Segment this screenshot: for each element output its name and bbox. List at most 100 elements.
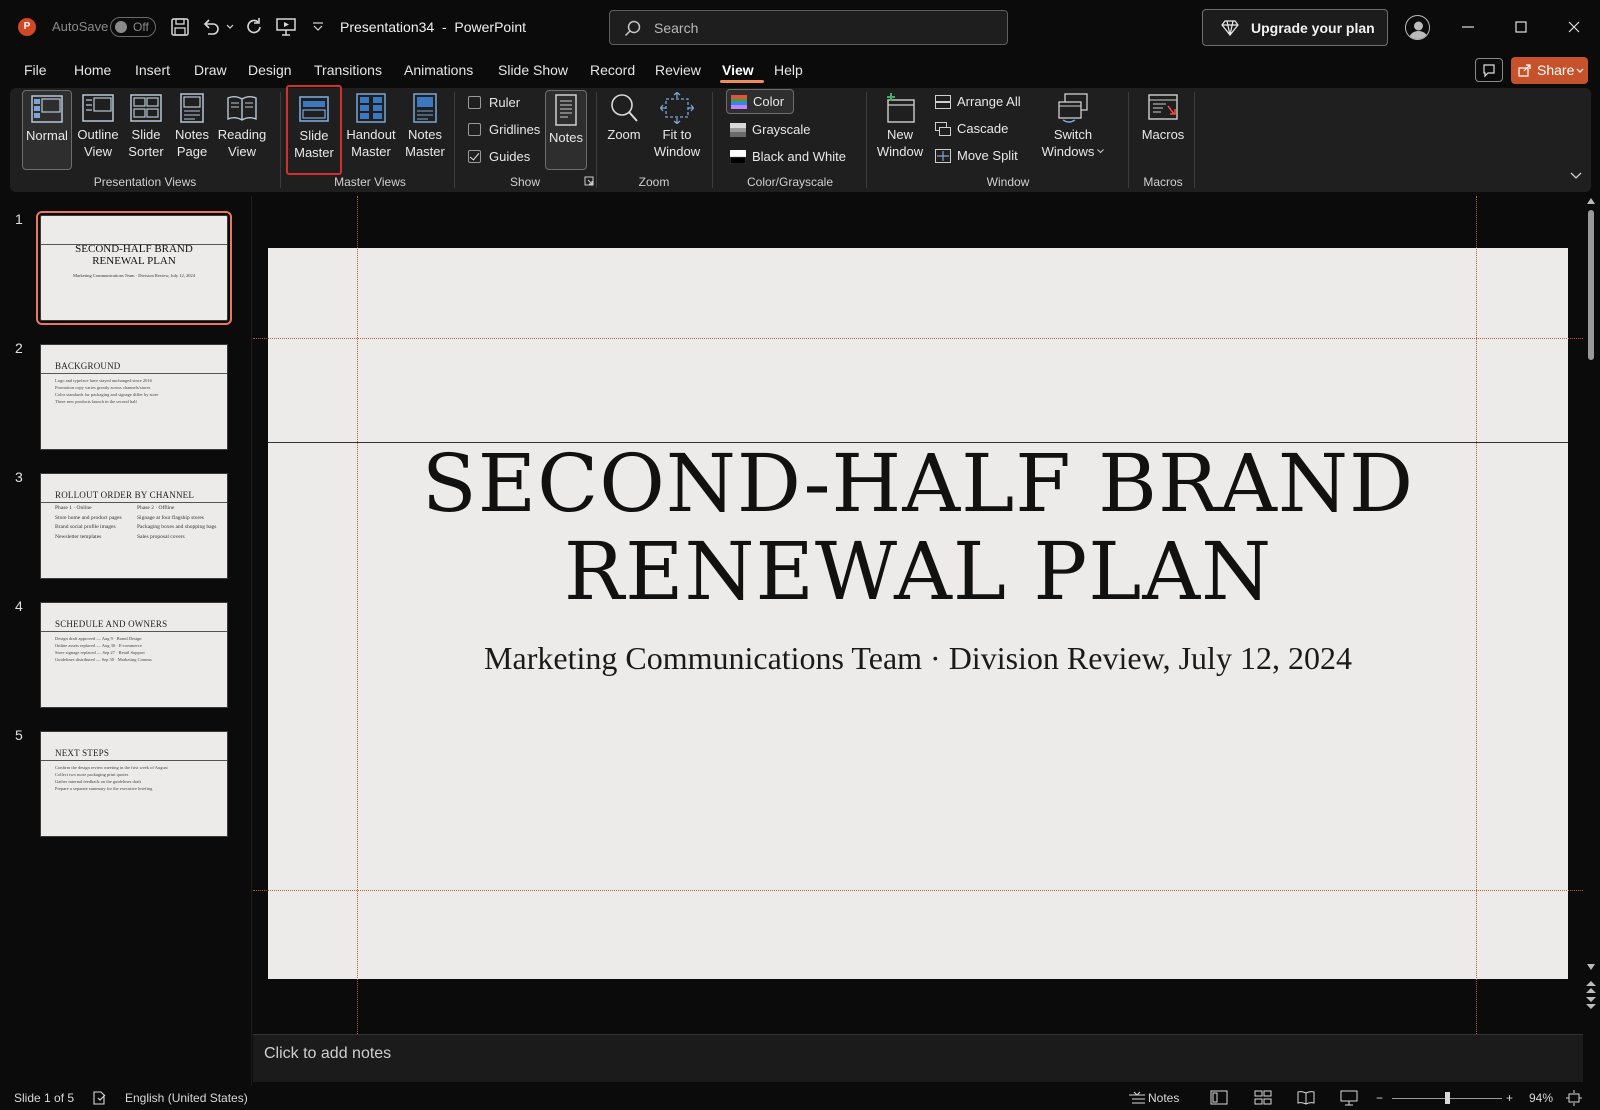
show-dialog-launcher-icon[interactable] xyxy=(584,176,594,186)
normal-view-status-icon[interactable] xyxy=(1210,1090,1228,1105)
horizontal-guide[interactable] xyxy=(253,338,1583,339)
slide-title[interactable]: SECOND-HALF BRAND RENEWAL PLAN xyxy=(268,440,1568,616)
slide-master-button[interactable]: Slide Master xyxy=(286,85,342,175)
slide-title-line-1: SECOND-HALF BRAND xyxy=(421,437,1415,530)
normal-view-button[interactable]: Normal xyxy=(22,90,72,170)
tab-animations[interactable]: Animations xyxy=(404,62,473,78)
tab-view[interactable]: View xyxy=(722,62,754,78)
slide-thumbnail-4[interactable]: SCHEDULE AND OWNERS Design draft approve… xyxy=(40,602,228,708)
slide-sorter-icon xyxy=(130,94,162,122)
slide-thumbnail-3[interactable]: ROLLOUT ORDER BY CHANNEL Phase 1 · Onlin… xyxy=(40,473,228,579)
gridlines-checkbox[interactable]: Gridlines xyxy=(468,122,540,137)
tab-slide-show[interactable]: Slide Show xyxy=(498,62,568,78)
vertical-scrollbar[interactable] xyxy=(1583,196,1599,1016)
share-icon xyxy=(1518,64,1531,77)
notes-pane[interactable]: Click to add notes xyxy=(253,1034,1583,1082)
outline-view-button[interactable]: Outline View xyxy=(74,92,122,160)
zoom-in-button[interactable]: + xyxy=(1506,1091,1513,1105)
guides-checkbox[interactable]: Guides xyxy=(468,149,530,164)
scroll-down-icon[interactable] xyxy=(1587,964,1595,970)
language-indicator[interactable]: English (United States) xyxy=(125,1091,248,1105)
current-slide[interactable]: SECOND-HALF BRAND RENEWAL PLAN Marketing… xyxy=(268,248,1568,979)
checkbox-box xyxy=(468,96,481,109)
present-from-beginning-icon[interactable] xyxy=(275,16,297,38)
slide-thumbnail-1[interactable]: SECOND-HALF BRAND RENEWAL PLAN Marketing… xyxy=(36,211,232,325)
move-split-button[interactable]: Move Split xyxy=(935,148,1018,163)
slide-sorter-status-icon[interactable] xyxy=(1254,1090,1272,1105)
previous-slide-icon[interactable] xyxy=(1585,980,1597,994)
autosave-toggle[interactable]: Off xyxy=(110,17,156,37)
notes-status-button[interactable]: Notes xyxy=(1148,1091,1179,1105)
save-icon[interactable] xyxy=(169,16,191,38)
tab-file[interactable]: File xyxy=(24,62,47,78)
handout-master-label-2: Master xyxy=(351,144,391,159)
slide-subtitle[interactable]: Marketing Communications Team · Division… xyxy=(268,640,1568,677)
next-slide-icon[interactable] xyxy=(1585,996,1597,1010)
notes-toggle-button[interactable]: Notes xyxy=(545,90,587,170)
reading-view-button[interactable]: Reading View xyxy=(216,92,268,160)
upgrade-plan-button[interactable]: Upgrade your plan xyxy=(1202,9,1388,46)
handout-master-button[interactable]: Handout Master xyxy=(344,92,398,160)
scrollbar-thumb[interactable] xyxy=(1588,210,1594,360)
chevron-down-icon[interactable] xyxy=(1576,68,1584,74)
arrange-all-button[interactable]: Arrange All xyxy=(935,94,1021,109)
comments-button[interactable] xyxy=(1475,58,1503,82)
close-icon[interactable] xyxy=(1561,14,1587,40)
minimize-icon[interactable] xyxy=(1455,14,1481,40)
cascade-label: Cascade xyxy=(957,121,1009,136)
slide-sorter-button[interactable]: Slide Sorter xyxy=(124,92,168,160)
vertical-guide[interactable] xyxy=(357,196,358,1066)
share-button[interactable]: Share xyxy=(1511,57,1588,84)
horizontal-guide[interactable] xyxy=(253,890,1583,891)
maximize-icon[interactable] xyxy=(1508,14,1534,40)
tab-record[interactable]: Record xyxy=(590,62,635,78)
slide-show-status-icon[interactable] xyxy=(1340,1090,1358,1106)
cascade-button[interactable]: Cascade xyxy=(935,121,1008,136)
notes-master-button[interactable]: Notes Master xyxy=(400,92,450,160)
slide-thumbnail-5[interactable]: NEXT STEPS Confirm the design review mee… xyxy=(40,731,228,837)
tab-draw[interactable]: Draw xyxy=(194,62,227,78)
tab-help[interactable]: Help xyxy=(774,62,803,78)
search-box[interactable]: Search xyxy=(609,10,1008,45)
notes-status-icon[interactable] xyxy=(1128,1091,1146,1105)
tab-transitions[interactable]: Transitions xyxy=(314,62,382,78)
gridlines-label: Gridlines xyxy=(489,122,541,137)
checkbox-box xyxy=(468,123,481,136)
macros-button[interactable]: Macros xyxy=(1140,92,1186,143)
zoom-slider-thumb[interactable] xyxy=(1445,1092,1450,1104)
tab-insert[interactable]: Insert xyxy=(135,62,170,78)
accessibility-check-icon[interactable] xyxy=(92,1090,108,1106)
undo-icon[interactable] xyxy=(200,16,222,38)
zoom-out-button[interactable]: − xyxy=(1376,1091,1383,1105)
thumbnail-number: 5 xyxy=(15,727,23,743)
new-window-button[interactable]: New Window xyxy=(872,92,928,160)
switch-windows-button[interactable]: Switch Windows xyxy=(1040,92,1106,160)
fit-slide-icon[interactable] xyxy=(1566,1090,1582,1106)
fit-to-window-button[interactable]: Fit to Window xyxy=(648,92,706,160)
thumbnail-title: ROLLOUT ORDER BY CHANNEL xyxy=(55,490,195,500)
color-mode-button[interactable]: Color xyxy=(726,89,794,114)
reading-view-status-icon[interactable] xyxy=(1297,1090,1315,1105)
undo-dropdown-icon[interactable] xyxy=(226,24,234,30)
ribbon-collapse-chevron-icon[interactable] xyxy=(1570,172,1582,180)
thumbnail-line: Store home and product pages xyxy=(55,514,122,521)
customize-quick-access-icon[interactable] xyxy=(312,22,324,32)
new-window-label-1: New xyxy=(886,127,913,142)
zoom-button[interactable]: Zoom xyxy=(602,92,646,143)
notes-page-button[interactable]: Notes Page xyxy=(170,92,214,160)
tab-design[interactable]: Design xyxy=(248,62,292,78)
slide-thumbnail-2[interactable]: BACKGROUND Logo and typeface have stayed… xyxy=(40,344,228,450)
redo-icon[interactable] xyxy=(243,16,265,38)
black-and-white-button[interactable]: Black and White xyxy=(730,149,846,164)
account-avatar[interactable] xyxy=(1405,15,1430,40)
ribbon-separator xyxy=(1128,92,1129,188)
zoom-level[interactable]: 94% xyxy=(1529,1091,1553,1105)
tab-review[interactable]: Review xyxy=(655,62,701,78)
vertical-guide[interactable] xyxy=(1476,196,1477,1066)
ruler-checkbox[interactable]: Ruler xyxy=(468,95,520,110)
reading-view-icon xyxy=(227,96,257,121)
scroll-up-icon[interactable] xyxy=(1587,198,1595,204)
grayscale-button[interactable]: Grayscale xyxy=(730,122,811,137)
macros-icon xyxy=(1148,94,1178,120)
tab-home[interactable]: Home xyxy=(74,62,111,78)
